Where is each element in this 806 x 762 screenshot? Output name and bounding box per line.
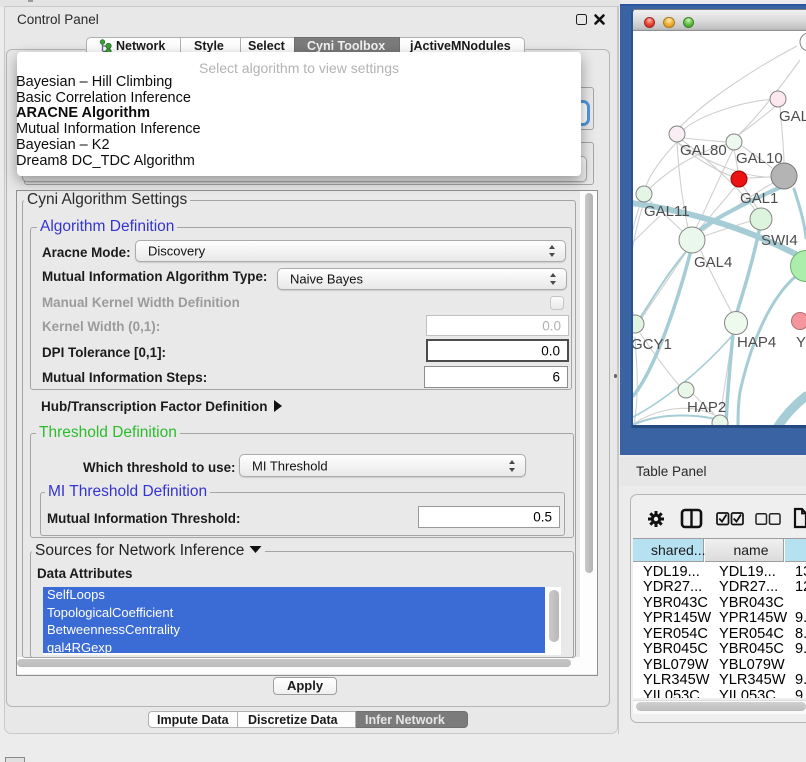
svg-text:GAL11: GAL11 — [644, 203, 690, 220]
svg-text:GCY1: GCY1 — [633, 336, 672, 353]
svg-text:GAL1: GAL1 — [740, 190, 778, 207]
svg-text:GAL80: GAL80 — [680, 142, 727, 159]
svg-text:GAL: GAL — [779, 108, 806, 125]
svg-text:SWI4: SWI4 — [761, 232, 798, 249]
svg-text:GAL10: GAL10 — [736, 150, 783, 167]
svg-text:HAP4: HAP4 — [737, 334, 776, 351]
svg-text:HAP2: HAP2 — [687, 399, 726, 416]
svg-text:GAL4: GAL4 — [694, 254, 732, 271]
svg-text:Y: Y — [796, 334, 806, 351]
